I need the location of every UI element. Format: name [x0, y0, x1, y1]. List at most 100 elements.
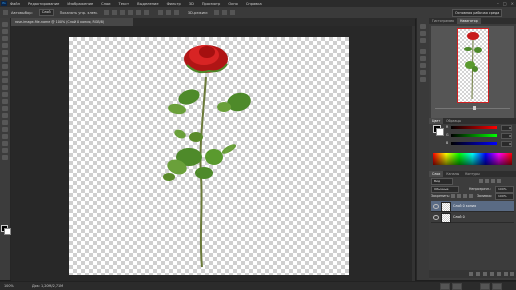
brush-tool-icon[interactable] [2, 71, 8, 76]
blur-tool-icon[interactable] [2, 106, 8, 111]
red-slider[interactable] [451, 126, 497, 129]
red-value-field[interactable]: 0 [501, 125, 512, 131]
filter-shape-icon[interactable] [497, 179, 501, 183]
maximize-icon[interactable]: □ [503, 1, 507, 6]
menu-type[interactable]: Текст [119, 2, 130, 6]
brush-presets-icon[interactable] [420, 63, 426, 68]
menu-help[interactable]: Справка [246, 2, 262, 6]
menu-select[interactable]: Выделение [137, 2, 158, 6]
visibility-eye-icon[interactable] [433, 204, 439, 209]
menu-3d[interactable]: 3D [189, 2, 194, 6]
color-spectrum[interactable] [433, 153, 512, 165]
close-icon[interactable]: × [511, 1, 514, 6]
menu-file[interactable]: Файл [10, 2, 20, 6]
align-center-icon[interactable] [135, 10, 141, 15]
auto-select-checkbox-label[interactable]: Автовыбор: [11, 11, 33, 15]
layer-name[interactable]: Слой 0 [453, 212, 465, 222]
document-canvas[interactable] [69, 37, 349, 275]
distribute-icon[interactable] [157, 10, 163, 15]
align-top-icon[interactable] [103, 10, 109, 15]
link-layers-icon[interactable] [469, 272, 473, 276]
menu-view[interactable]: Просмотр [202, 2, 220, 6]
properties-icon[interactable] [420, 77, 426, 82]
trash-icon[interactable] [510, 272, 514, 276]
type-tool-icon[interactable] [2, 127, 8, 132]
quick-select-tool-icon[interactable] [2, 43, 8, 48]
paragraph-icon[interactable] [420, 56, 426, 61]
lasso-tool-icon[interactable] [2, 36, 8, 41]
menu-layers[interactable]: Слои [101, 2, 110, 6]
marquee-tool-icon[interactable] [2, 29, 8, 34]
pen-tool-icon[interactable] [2, 120, 8, 125]
healing-brush-tool-icon[interactable] [2, 64, 8, 69]
distribute-icon[interactable] [165, 10, 171, 15]
eyedropper-tool-icon[interactable] [2, 57, 8, 62]
tab-histogram[interactable]: Гистограмма [429, 18, 457, 24]
move-tool-icon[interactable] [3, 10, 8, 15]
hand-tool-icon[interactable] [2, 148, 8, 153]
new-group-icon[interactable] [497, 272, 501, 276]
vertical-scrollbar[interactable] [412, 26, 415, 281]
path-select-tool-icon[interactable] [2, 134, 8, 139]
distribute-icon[interactable] [173, 10, 179, 15]
blue-value-field[interactable]: 0 [501, 141, 512, 147]
panel-background-swatch[interactable] [436, 128, 444, 136]
character-icon[interactable] [420, 49, 426, 54]
blend-mode-dropdown[interactable]: Обычные [431, 186, 459, 193]
clone-source-icon[interactable] [420, 70, 426, 75]
filter-pixel-icon[interactable] [479, 179, 483, 183]
align-middle-icon[interactable] [111, 10, 117, 15]
gradient-tool-icon[interactable] [2, 99, 8, 104]
actions-icon[interactable] [420, 38, 426, 43]
align-bottom-icon[interactable] [119, 10, 125, 15]
history-brush-tool-icon[interactable] [2, 85, 8, 90]
3d-pan-icon[interactable] [230, 10, 236, 15]
eraser-tool-icon[interactable] [2, 92, 8, 97]
document-tab[interactable]: rose-image-file-name @ 100% (Слой 0 копи… [11, 18, 133, 26]
crop-tool-icon[interactable] [2, 50, 8, 55]
add-mask-icon[interactable] [483, 272, 487, 276]
shape-tool-icon[interactable] [2, 141, 8, 146]
menu-filter[interactable]: Фильтр [167, 2, 181, 6]
layer-name[interactable]: Слой 0 копия [453, 201, 476, 211]
show-transform-checkbox-label[interactable]: Показать упр. элем. [60, 11, 98, 15]
new-layer-icon[interactable] [504, 272, 508, 276]
green-slider[interactable] [451, 134, 497, 137]
tab-navigator[interactable]: Навигатор [457, 18, 481, 24]
navigator-zoom-knob[interactable] [473, 106, 476, 110]
visibility-eye-icon[interactable] [433, 215, 439, 220]
background-color-swatch[interactable] [4, 228, 11, 235]
green-value-field[interactable]: 0 [501, 133, 512, 139]
zoom-tool-icon[interactable] [2, 155, 8, 160]
auto-select-dropdown[interactable]: Слой [38, 9, 54, 16]
align-right-icon[interactable] [143, 10, 149, 15]
info-icon[interactable] [420, 31, 426, 36]
layer-style-icon[interactable] [476, 272, 480, 276]
blue-slider[interactable] [451, 142, 497, 145]
fill-field[interactable]: 100% [495, 193, 514, 200]
filter-type-icon[interactable] [491, 179, 495, 183]
opacity-field[interactable]: 100% [495, 186, 514, 193]
layer-kind-filter[interactable]: Вид [431, 178, 453, 185]
dodge-tool-icon[interactable] [2, 113, 8, 118]
move-tool-icon[interactable] [2, 22, 8, 27]
history-icon[interactable] [420, 24, 426, 29]
layer-row[interactable]: Слой 0 копия [431, 201, 514, 212]
lock-all-icon[interactable] [469, 194, 473, 198]
lock-pixels-icon[interactable] [457, 194, 461, 198]
menu-image[interactable]: Изображение [67, 2, 93, 6]
3d-rotate-icon[interactable] [214, 10, 220, 15]
clone-stamp-tool-icon[interactable] [2, 78, 8, 83]
workspace-dropdown[interactable]: Основная рабочая среда [452, 9, 502, 17]
menu-edit[interactable]: Редактирование [28, 2, 59, 6]
lock-position-icon[interactable] [463, 194, 467, 198]
align-left-icon[interactable] [127, 10, 133, 15]
lock-transparent-icon[interactable] [451, 194, 455, 198]
minimize-icon[interactable]: – [497, 1, 499, 6]
layer-row[interactable]: Слой 0 [431, 212, 514, 223]
3d-roll-icon[interactable] [222, 10, 228, 15]
adjustment-layer-icon[interactable] [490, 272, 494, 276]
menu-window[interactable]: Окно [228, 2, 238, 6]
navigator-preview[interactable] [431, 26, 514, 118]
filter-adjust-icon[interactable] [485, 179, 489, 183]
